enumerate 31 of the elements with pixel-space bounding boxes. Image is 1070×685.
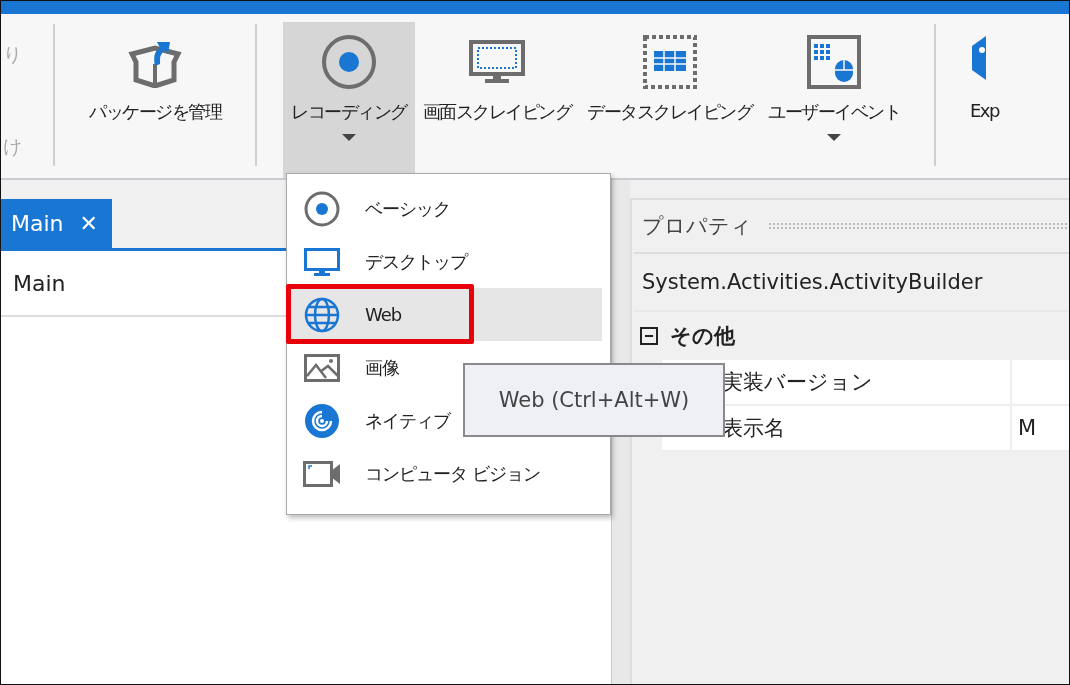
close-icon[interactable]: ✕: [79, 211, 98, 236]
document-tab[interactable]: Main ✕: [1, 199, 112, 248]
record-icon: [320, 34, 377, 90]
ribbon-button[interactable]: ユーザーイベント: [760, 22, 908, 178]
record-icon: [304, 190, 340, 227]
object-type: System.Activities.ActivityBuilder: [642, 270, 983, 294]
ribbon-button[interactable]: 画面スクレイピング: [414, 22, 579, 178]
breadcrumb[interactable]: Main: [13, 270, 66, 296]
ribbon-button[interactable]: Exp: [962, 22, 999, 178]
category-label: その他: [670, 323, 735, 350]
collapse-icon[interactable]: [640, 327, 658, 345]
ribbon-label: け: [3, 134, 23, 159]
menu-item[interactable]: デスクトップ: [287, 235, 602, 288]
monitor-icon: [468, 40, 525, 84]
spiral-icon: [304, 402, 340, 439]
caret-icon: [827, 134, 841, 141]
mouse-icon: [806, 34, 862, 90]
caret-icon: [341, 134, 356, 141]
tooltip: Web (Ctrl+Alt+W): [463, 363, 725, 437]
globe-icon: [304, 296, 340, 333]
monitor-icon: [304, 247, 340, 276]
table-icon: [641, 34, 698, 90]
ribbon-label: り: [3, 42, 23, 67]
ribbon-button[interactable]: レコーディング: [283, 22, 415, 178]
video-camera-icon: [303, 460, 341, 487]
panel-title: プロパティ: [642, 213, 752, 240]
property-value[interactable]: M: [1018, 416, 1037, 440]
ribbon-button[interactable]: パッケージを管理: [81, 22, 229, 178]
menu-item[interactable]: コンピュータ ビジョン: [287, 447, 602, 500]
image-icon: [304, 353, 340, 382]
menu-item[interactable]: ベーシック: [287, 182, 602, 235]
